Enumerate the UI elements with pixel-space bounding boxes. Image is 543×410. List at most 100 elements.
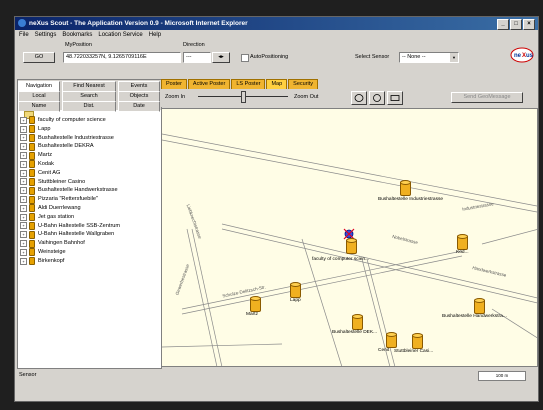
expand-icon[interactable]: + <box>20 134 27 142</box>
lasso-icon <box>354 94 364 102</box>
circle-tool-button[interactable] <box>369 91 385 105</box>
tree-item-label: Cenit AG <box>38 169 61 176</box>
tree-item-label: Bushaltestelle Handwerkstrasse <box>38 187 118 194</box>
expand-icon[interactable]: + <box>20 204 27 212</box>
expand-icon[interactable]: + <box>20 169 27 177</box>
column-header-dist[interactable]: Dist. <box>62 101 116 112</box>
expand-icon[interactable]: + <box>20 213 27 221</box>
nexus-logo-icon: ne X us <box>510 47 534 63</box>
zoom-slider-thumb[interactable] <box>241 91 246 103</box>
poi-marker-icon[interactable] <box>412 333 423 349</box>
go-button[interactable]: GO <box>23 52 55 63</box>
menu-file[interactable]: File <box>19 30 29 40</box>
tree-item-label: Jet gas station <box>38 213 75 220</box>
title-bar: neXus Scout - The Application Version 0.… <box>15 17 538 30</box>
auto-positioning-checkbox[interactable] <box>241 54 249 62</box>
close-button[interactable]: × <box>523 19 535 30</box>
expand-icon[interactable]: + <box>20 160 27 168</box>
tab-map[interactable]: Map <box>266 79 288 89</box>
tree-item[interactable]: + Pizzaria "Rettersfuebile" <box>20 195 161 204</box>
tree-item[interactable]: + Birkenkopf <box>20 257 161 266</box>
rectangle-tool-button[interactable] <box>387 91 403 105</box>
poi-label: faculty of computer scien... <box>312 257 370 262</box>
tab-active-poster[interactable]: Active Poster <box>187 79 231 89</box>
tree-item[interactable]: + Lapp <box>20 125 161 134</box>
tree-item-label: Martz <box>38 152 52 159</box>
poi-marker-icon[interactable] <box>352 314 363 330</box>
tree-item[interactable]: + Aldi Duerrlewang <box>20 204 161 213</box>
poi-marker-icon[interactable] <box>386 332 397 348</box>
expand-icon[interactable]: + <box>20 125 27 133</box>
direction-input[interactable]: --- <box>183 52 211 63</box>
navigation-panel: Navigation Find Nearest Events Local Sea… <box>17 79 162 369</box>
chevron-down-icon: ▼ <box>450 53 458 62</box>
tree-item[interactable]: + Bushaltestelle Handwerkstrasse <box>20 186 161 195</box>
sensor-status-label: Sensor <box>19 372 37 378</box>
expand-icon[interactable]: + <box>20 152 27 160</box>
expand-icon[interactable]: + <box>20 116 27 124</box>
map-view[interactable]: Industriestrasse Nobelstrasse Handwerkst… <box>161 108 538 367</box>
expand-icon[interactable]: + <box>20 248 27 256</box>
sensor-select[interactable]: -- None -- ▼ <box>399 52 459 63</box>
poi-tree: + faculty of computer science + Lapp + Bushal… <box>20 116 161 266</box>
expand-icon[interactable]: + <box>20 196 27 204</box>
rectangle-icon <box>390 95 400 101</box>
poi-icon <box>29 186 35 195</box>
tree-item[interactable]: + Vaihingen Bahnhof <box>20 239 161 248</box>
window-controls: _ □ × <box>497 19 535 30</box>
poi-icon <box>29 169 35 178</box>
poi-marker-icon[interactable] <box>250 296 261 312</box>
poi-marker-icon[interactable] <box>474 298 485 314</box>
tab-security[interactable]: Security <box>288 79 319 89</box>
tree-item[interactable]: + Martz <box>20 151 161 160</box>
circle-icon <box>373 94 381 102</box>
poi-marker-icon[interactable] <box>346 238 357 254</box>
poi-icon <box>29 248 35 257</box>
tree-item[interactable]: + Bushaltestelle Industriestrasse <box>20 133 161 143</box>
tree-item[interactable]: + Weinsteige <box>20 248 161 257</box>
direction-arrow-button[interactable]: ◂▸ <box>212 52 230 63</box>
position-input[interactable]: 48.722033257N, 9.1265709116E <box>63 52 181 63</box>
menu-help[interactable]: Help <box>149 30 161 40</box>
tree-item-label: Birkenkopf <box>38 257 65 264</box>
maximize-button[interactable]: □ <box>510 19 522 30</box>
expand-icon[interactable]: + <box>20 222 27 230</box>
tree-item[interactable]: + Stuttbleiner Casino <box>20 177 161 187</box>
auto-positioning-label: AutoPositioning <box>250 54 289 60</box>
map-tabs: Poster Active Poster LS Poster Map Secur… <box>161 79 538 89</box>
menu-bookmarks[interactable]: Bookmarks <box>62 30 92 40</box>
tree-item[interactable]: + Kodak <box>20 160 161 169</box>
tree-item[interactable]: + faculty of computer science <box>20 116 161 125</box>
expand-icon[interactable]: + <box>20 240 27 248</box>
tree-item[interactable]: + U-Bahn Haltestelle Wallgraben <box>20 230 161 239</box>
poi-icon <box>29 230 35 239</box>
poi-marker-icon[interactable] <box>290 282 301 298</box>
send-geomessage-button[interactable]: Send GeoMessage <box>451 92 523 103</box>
menu-settings[interactable]: Settings <box>35 30 57 40</box>
tree-item[interactable]: + Bushaltestelle DEKRA <box>20 142 161 151</box>
poi-icon <box>29 160 35 169</box>
menu-location-service[interactable]: Location Service <box>98 30 142 40</box>
expand-icon[interactable]: + <box>20 257 27 265</box>
tree-item-label: Weinsteige <box>38 248 66 255</box>
tree-item[interactable]: + Cenit AG <box>20 169 161 178</box>
expand-icon[interactable]: + <box>20 143 27 151</box>
poi-marker-icon[interactable] <box>400 180 411 196</box>
map-scale: 100 m <box>478 371 526 381</box>
expand-icon[interactable]: + <box>20 187 27 195</box>
tab-poster[interactable]: Poster <box>161 79 187 89</box>
poi-label: Bushaltestelle Industriestrasse <box>378 197 444 202</box>
poi-marker-icon[interactable] <box>457 234 468 250</box>
tab-ls-poster[interactable]: LS Poster <box>231 79 266 89</box>
tree-item[interactable]: + Jet gas station <box>20 213 161 222</box>
column-header-date[interactable]: Date <box>118 101 160 112</box>
poi-icon <box>29 221 35 230</box>
tree-item-label: U-Bahn Haltestelle Wallgraben <box>38 231 115 238</box>
poi-icon <box>29 204 35 213</box>
lasso-tool-button[interactable] <box>351 91 367 105</box>
expand-icon[interactable]: + <box>20 231 27 239</box>
tree-item[interactable]: + U-Bahn Haltestelle SSB-Zentrum <box>20 221 161 231</box>
expand-icon[interactable]: + <box>20 178 27 186</box>
poi-icon <box>29 213 35 222</box>
minimize-button[interactable]: _ <box>497 19 509 30</box>
